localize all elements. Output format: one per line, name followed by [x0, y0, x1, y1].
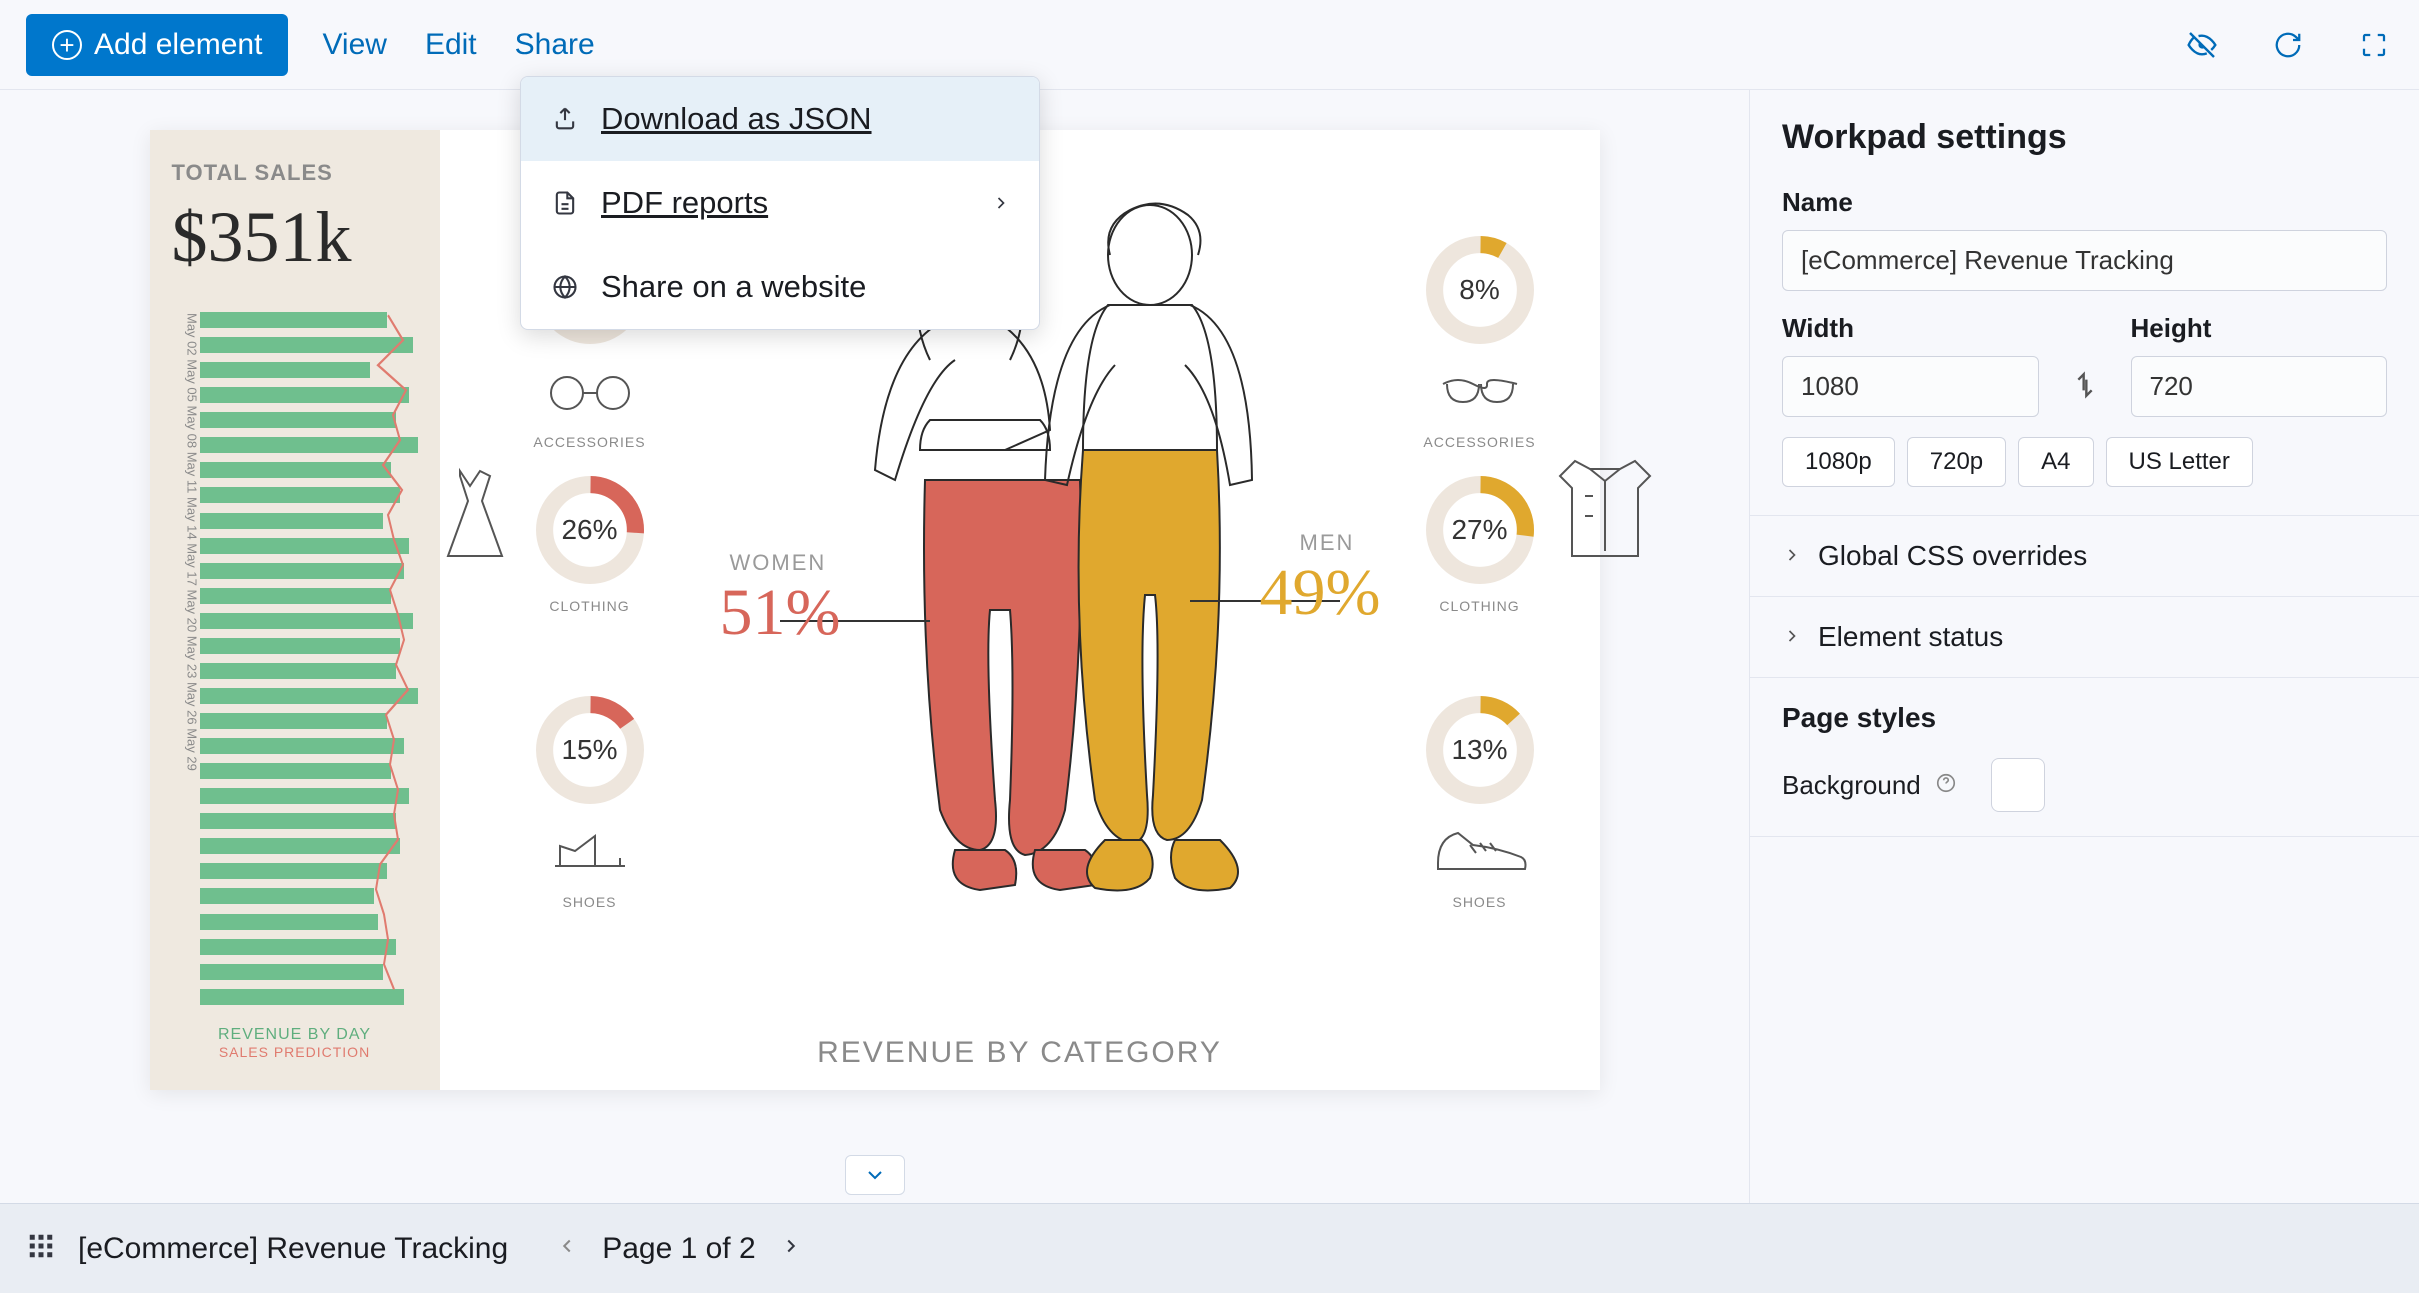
men-acc-label: ACCESSORIES: [1423, 434, 1535, 450]
glasses-icon: [535, 356, 645, 426]
rev-by-day-label: REVENUE BY DAY: [172, 1026, 418, 1044]
men-shoes-label: SHOES: [1452, 894, 1506, 910]
share-on-website[interactable]: Share on a website: [521, 245, 1039, 329]
total-sales-panel: TOTAL SALES $351k May 02 May 05 May 08 M…: [150, 130, 440, 1090]
chevron-right-icon: [1782, 621, 1802, 653]
global-css-accordion[interactable]: Global CSS overrides: [1750, 516, 2419, 597]
workpad-name-input[interactable]: [1782, 230, 2387, 291]
export-icon: [549, 103, 581, 135]
men-shoes-donut: 13% SHOES: [1400, 690, 1560, 910]
background-color-swatch[interactable]: [1991, 758, 2045, 812]
swap-dimensions-button[interactable]: [2063, 355, 2107, 415]
total-sales-value: $351k: [172, 196, 418, 279]
men-accessories-donut: 8% ACCESSORIES: [1400, 230, 1560, 450]
share-pdf-reports[interactable]: PDF reports: [521, 161, 1039, 245]
add-element-button[interactable]: + Add element: [26, 14, 288, 76]
women-cloth-pct: 26%: [530, 470, 650, 590]
height-input[interactable]: [2131, 356, 2388, 417]
share-dropdown: Download as JSON PDF reports Share on a …: [520, 76, 1040, 330]
share-download-json[interactable]: Download as JSON: [521, 77, 1039, 161]
view-menu[interactable]: View: [318, 20, 390, 70]
chevron-right-icon: [991, 185, 1011, 221]
rev-by-cat-label: REVENUE BY CATEGORY: [470, 1036, 1570, 1070]
women-percent: 51%: [720, 575, 841, 651]
men-cloth-pct: 27%: [1420, 470, 1540, 590]
women-cloth-label: CLOTHING: [549, 598, 629, 614]
settings-title: Workpad settings: [1750, 90, 2419, 177]
element-status-label: Element status: [1818, 621, 2003, 653]
help-icon[interactable]: [1935, 770, 1957, 801]
shirt-icon: [1550, 476, 1660, 546]
women-label: WOMEN: [730, 550, 827, 576]
fullscreen-icon[interactable]: [2355, 26, 2393, 64]
revenue-bar: [200, 362, 370, 378]
pages-grid-icon[interactable]: [26, 1231, 56, 1266]
chevron-right-icon: [1782, 540, 1802, 572]
share-pdf-reports-label: PDF reports: [601, 185, 768, 221]
preset-1080p[interactable]: 1080p: [1782, 437, 1895, 487]
preset-a4[interactable]: A4: [2018, 437, 2093, 487]
dress-icon: [420, 486, 530, 556]
women-shoes-pct: 15%: [530, 690, 650, 810]
topbar: + Add element View Edit Share: [0, 0, 2419, 90]
sales-prediction-line: [358, 309, 418, 1008]
footer-workpad-name: [eCommerce] Revenue Tracking: [78, 1232, 508, 1266]
next-page-button[interactable]: [774, 1229, 808, 1268]
revenue-bar: [200, 914, 379, 930]
width-input[interactable]: [1782, 356, 2039, 417]
globe-icon: [549, 271, 581, 303]
footer: [eCommerce] Revenue Tracking Page 1 of 2: [0, 1203, 2419, 1293]
sunglasses-icon: [1425, 356, 1535, 426]
preset-us-letter[interactable]: US Letter: [2106, 437, 2253, 487]
men-percent: 49%: [1260, 555, 1381, 631]
total-sales-label: TOTAL SALES: [172, 160, 418, 186]
width-label: Width: [1782, 313, 2039, 344]
women-shoes-label: SHOES: [562, 894, 616, 910]
add-element-label: Add element: [94, 28, 262, 62]
revenue-bar: [200, 888, 374, 904]
document-icon: [549, 187, 581, 219]
expand-pages-toggle[interactable]: [845, 1155, 905, 1195]
days-axis: May 02 May 05 May 08 May 11 May 14 May 1…: [172, 309, 200, 1008]
men-cloth-label: CLOTHING: [1439, 598, 1519, 614]
prev-page-button[interactable]: [550, 1229, 584, 1268]
men-acc-pct: 8%: [1420, 230, 1540, 350]
revenue-bar: [200, 964, 383, 980]
revenue-bar: [200, 513, 383, 529]
sandal-icon: [535, 816, 645, 886]
women-shoes-donut: 15% SHOES: [510, 690, 670, 910]
men-label: MEN: [1300, 530, 1355, 556]
share-menu-trigger[interactable]: Share: [511, 20, 599, 70]
plus-icon: +: [52, 30, 82, 60]
men-clothing-donut: 27% CLOTHING: [1400, 470, 1560, 614]
share-download-json-label: Download as JSON: [601, 101, 872, 137]
revenue-by-day-chart: May 02 May 05 May 08 May 11 May 14 May 1…: [172, 309, 418, 1008]
element-status-accordion[interactable]: Element status: [1750, 597, 2419, 678]
preset-720p[interactable]: 720p: [1907, 437, 2006, 487]
global-css-label: Global CSS overrides: [1818, 540, 2087, 572]
women-acc-label: ACCESSORIES: [533, 434, 645, 450]
background-label: Background: [1782, 770, 1921, 801]
page-styles-title: Page styles: [1782, 702, 2387, 734]
women-clothing-donut: 26% CLOTHING: [510, 470, 670, 614]
eye-off-icon[interactable]: [2183, 26, 2221, 64]
share-on-website-label: Share on a website: [601, 269, 866, 305]
edit-menu[interactable]: Edit: [421, 20, 481, 70]
men-shoes-pct: 13%: [1420, 690, 1540, 810]
refresh-icon[interactable]: [2269, 26, 2307, 64]
sneaker-icon: [1425, 816, 1535, 886]
page-indicator: Page 1 of 2: [602, 1232, 755, 1266]
settings-panel: Workpad settings Name Width Height 1080p: [1749, 90, 2419, 1203]
name-field-label: Name: [1782, 187, 2387, 218]
sales-prediction-label: SALES PREDICTION: [172, 1044, 418, 1060]
height-label: Height: [2131, 313, 2388, 344]
